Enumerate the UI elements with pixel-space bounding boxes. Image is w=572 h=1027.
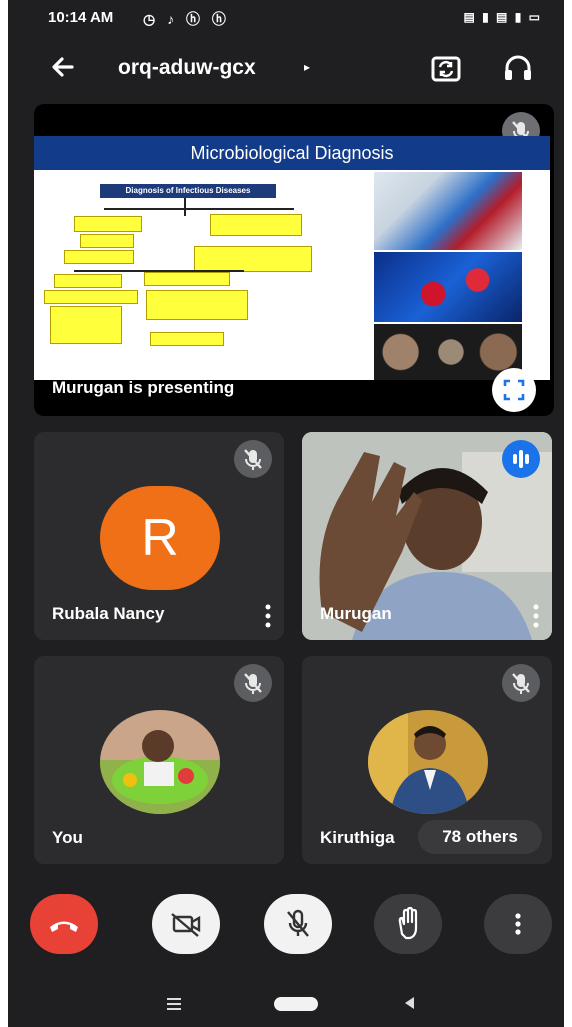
more-vert-icon[interactable] [532, 602, 540, 630]
diagram-connector [104, 208, 294, 210]
diagram-box [44, 290, 138, 304]
switch-camera-icon[interactable] [428, 50, 464, 86]
avatar [100, 710, 220, 814]
status-bar: 10:14 AM ◷ ♪ ⓗ ⓗ ▤ ▮ ▤ ▮ ▭ [8, 0, 564, 36]
mic-off-icon[interactable] [264, 894, 332, 954]
diagram-box [54, 274, 122, 288]
presenter-label: Murugan is presenting [52, 378, 235, 397]
back-arrow-icon[interactable] [46, 50, 80, 84]
meeting-code[interactable]: orq-aduw-gcx [118, 56, 256, 80]
participant-tile[interactable]: You [34, 656, 284, 864]
call-controls [8, 890, 564, 960]
raise-hand-icon[interactable] [374, 894, 442, 954]
diagram-connector [184, 198, 186, 216]
slide-photo-bacteria [374, 252, 522, 322]
mic-off-icon [234, 664, 272, 702]
notification-icons: ◷ ♪ ⓗ ⓗ [143, 11, 230, 27]
speaking-icon [502, 440, 540, 478]
home-pill-icon[interactable] [274, 997, 318, 1011]
caret-right-icon[interactable]: ▸ [304, 60, 310, 74]
diagram-box [210, 214, 302, 236]
diagram-box [146, 290, 248, 320]
signal-battery-icons: ▤ ▮ ▤ ▮ ▭ [463, 10, 542, 24]
diagram-box [194, 246, 312, 272]
slide-title: Microbiological Diagnosis [34, 136, 550, 170]
diagram-box [74, 216, 142, 232]
participant-video-tile[interactable]: Murugan [302, 432, 552, 640]
avatar [368, 710, 488, 814]
diagram-box [50, 306, 122, 344]
diagram-heading: Diagnosis of Infectious Diseases [100, 184, 276, 198]
mic-off-icon [234, 440, 272, 478]
participant-tile[interactable]: Kiruthiga 78 others [302, 656, 552, 864]
participant-name: Murugan [320, 604, 392, 623]
participant-name: You [52, 828, 83, 847]
system-nav-bar [8, 975, 564, 1027]
back-triangle-icon[interactable] [402, 995, 416, 1016]
recents-icon[interactable] [166, 997, 182, 1016]
avatar: R [100, 486, 220, 590]
presentation-tile[interactable]: Microbiological Diagnosis Diagnosis of I… [34, 104, 554, 416]
meeting-header: orq-aduw-gcx ▸ [8, 36, 564, 100]
participant-name: Kiruthiga [320, 828, 395, 847]
diagram-box [144, 272, 230, 286]
meet-app: 10:14 AM ◷ ♪ ⓗ ⓗ ▤ ▮ ▤ ▮ ▭ orq-aduw-gcx … [8, 0, 564, 1027]
diagram-box [150, 332, 224, 346]
mic-off-icon [502, 664, 540, 702]
more-vert-icon[interactable] [264, 602, 272, 630]
participant-name: Rubala Nancy [52, 604, 165, 623]
more-vert-icon[interactable] [484, 894, 552, 954]
shared-slide: Microbiological Diagnosis Diagnosis of I… [34, 136, 550, 380]
diagram-box [80, 234, 134, 248]
camera-off-icon[interactable] [152, 894, 220, 954]
headset-icon[interactable] [500, 50, 536, 86]
status-time: 10:14 AM [48, 9, 114, 26]
others-count-badge[interactable]: 78 others [418, 820, 542, 854]
end-call-icon[interactable] [30, 894, 98, 954]
diagram-box [64, 250, 134, 264]
slide-photo-lab [374, 172, 522, 250]
fullscreen-icon[interactable] [492, 368, 536, 412]
participant-tile[interactable]: R Rubala Nancy [34, 432, 284, 640]
